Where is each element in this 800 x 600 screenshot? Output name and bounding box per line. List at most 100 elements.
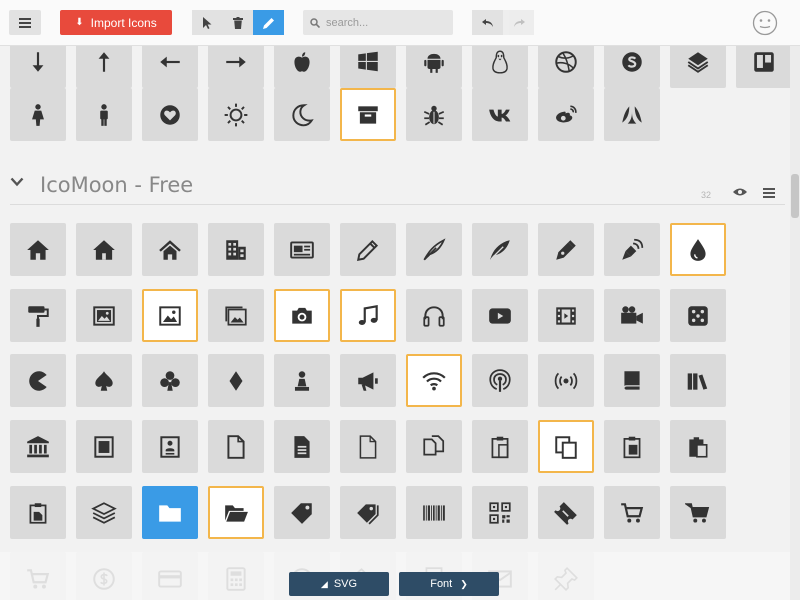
icon-tile-home[interactable] — [10, 223, 66, 276]
icon-tile-newspaper[interactable] — [274, 223, 330, 276]
delete-mode-button[interactable] — [222, 10, 254, 35]
icon-tile-sun[interactable] — [208, 88, 264, 141]
icon-tile-profile[interactable] — [142, 420, 198, 473]
icon-tile-podcast[interactable] — [472, 354, 528, 407]
icon-tile-foursquare[interactable] — [670, 46, 726, 88]
icon-tile-skype[interactable] — [604, 46, 660, 88]
icon-tile-android[interactable] — [406, 46, 462, 88]
icon-tile-price-tags[interactable] — [340, 486, 396, 539]
icon-tile-library[interactable] — [10, 420, 66, 473]
icon-tile-barcode[interactable] — [406, 486, 462, 539]
eye-icon[interactable] — [733, 187, 747, 197]
search-input[interactable]: search... — [303, 10, 453, 35]
icon-tile-film[interactable] — [538, 289, 594, 342]
icon-tile-female[interactable] — [10, 88, 66, 141]
cursor-icon — [203, 16, 212, 29]
icon-tile-book[interactable] — [604, 354, 660, 407]
set-header[interactable]: IcoMoon - Free — [10, 169, 785, 204]
icon-tile-headphones[interactable] — [406, 289, 462, 342]
icon-grid-row — [10, 289, 726, 342]
icon-tile-trello[interactable] — [736, 46, 790, 88]
icon-tile-images[interactable] — [208, 289, 264, 342]
icon-tile-archive[interactable] — [340, 88, 396, 141]
icon-tile-paste[interactable] — [472, 420, 528, 473]
redo-button[interactable] — [503, 10, 534, 35]
icon-tile-stack[interactable] — [76, 486, 132, 539]
icon-tile-camera[interactable] — [274, 289, 330, 342]
icon-tile-windows[interactable] — [340, 46, 396, 88]
main-menu-button[interactable] — [9, 10, 41, 35]
icon-tile-feather[interactable] — [472, 223, 528, 276]
icon-tile-arrow-right[interactable] — [208, 46, 264, 88]
icon-tile-picture[interactable] — [142, 289, 198, 342]
icon-tile-books[interactable] — [670, 354, 726, 407]
download-svg-button[interactable]: ◢ SVG — [289, 572, 389, 596]
icon-tile-pacman[interactable] — [10, 354, 66, 407]
icon-tile-home2[interactable] — [76, 223, 132, 276]
scrollbar-thumb[interactable] — [791, 174, 799, 218]
icon-tile-wifi[interactable] — [406, 354, 462, 407]
icon-tile-arrow-down[interactable] — [10, 46, 66, 88]
icon-tile-dribbble[interactable] — [538, 46, 594, 88]
icon-tile-file-text[interactable] — [76, 420, 132, 473]
icon-tile-feed[interactable] — [538, 354, 594, 407]
icon-tile-dice[interactable] — [670, 289, 726, 342]
icon-tile-arrow-up[interactable] — [76, 46, 132, 88]
generate-font-button[interactable]: Font ❯ — [399, 572, 499, 596]
icon-tile-copy[interactable] — [538, 420, 594, 473]
icon-tile-paint-roller[interactable] — [10, 289, 66, 342]
diamonds-icon — [229, 370, 243, 391]
icon-tile-moon[interactable] — [274, 88, 330, 141]
icon-tile-apple[interactable] — [274, 46, 330, 88]
icon-tile-file-empty[interactable] — [208, 420, 264, 473]
icon-tile-paste3[interactable] — [670, 420, 726, 473]
chevron-down-icon[interactable] — [10, 177, 24, 187]
icon-tile-bullhorn[interactable] — [340, 354, 396, 407]
icon-tile-cart2[interactable] — [670, 486, 726, 539]
icon-tile-pencil[interactable] — [340, 223, 396, 276]
icon-tile-vk[interactable] — [472, 88, 528, 141]
icon-tile-arrow-left[interactable] — [142, 46, 198, 88]
icon-tile-clubs[interactable] — [142, 354, 198, 407]
icon-tile-paste2[interactable] — [604, 420, 660, 473]
icon-tile-clipboard-stack[interactable] — [10, 486, 66, 539]
icon-tile-quill[interactable] — [406, 223, 462, 276]
edit-mode-button[interactable] — [253, 10, 285, 35]
icon-tile-file-text2[interactable] — [274, 420, 330, 473]
icon-tile-music[interactable] — [340, 289, 396, 342]
icon-tile-pen[interactable] — [538, 223, 594, 276]
import-icons-button[interactable]: ⬇ Import Icons — [60, 10, 172, 35]
camera-icon — [292, 307, 312, 324]
icon-tile-bug[interactable] — [406, 88, 462, 141]
icon-tile-ticket[interactable] — [538, 486, 594, 539]
icon-tile-image[interactable] — [76, 289, 132, 342]
icon-tile-files-empty[interactable] — [406, 420, 462, 473]
icon-tile-price-tag[interactable] — [274, 486, 330, 539]
icon-tile-diamonds[interactable] — [208, 354, 264, 407]
icon-tile-podcast-pen[interactable] — [604, 223, 660, 276]
icon-tile-spades[interactable] — [76, 354, 132, 407]
icon-tile-renren[interactable] — [604, 88, 660, 141]
undo-button[interactable] — [472, 10, 503, 35]
set-menu-icon[interactable] — [763, 188, 775, 198]
icon-tile-home3[interactable] — [142, 223, 198, 276]
icon-tile-office[interactable] — [208, 223, 264, 276]
icon-tile-file-blank[interactable] — [340, 420, 396, 473]
feedback-smiley-icon[interactable] — [752, 10, 778, 36]
icon-tile-pawn[interactable] — [274, 354, 330, 407]
icon-tile-weibo[interactable] — [538, 88, 594, 141]
icon-tile-folder[interactable] — [142, 486, 198, 539]
icon-tile-linux[interactable] — [472, 46, 528, 88]
select-mode-button[interactable] — [192, 10, 223, 35]
icon-tile-droplet[interactable] — [670, 223, 726, 276]
icon-tile-folder-open[interactable] — [208, 486, 264, 539]
icon-tile-play[interactable] — [472, 289, 528, 342]
scrollbar-track[interactable] — [790, 46, 800, 600]
droplet-icon — [690, 238, 706, 261]
icon-tile-cart[interactable] — [604, 486, 660, 539]
icon-tile-qrcode[interactable] — [472, 486, 528, 539]
icon-tile-video-camera[interactable] — [604, 289, 660, 342]
icon-tile-heart-circle[interactable] — [142, 88, 198, 141]
icon-tile-male[interactable] — [76, 88, 132, 141]
video-camera-icon — [621, 305, 643, 324]
